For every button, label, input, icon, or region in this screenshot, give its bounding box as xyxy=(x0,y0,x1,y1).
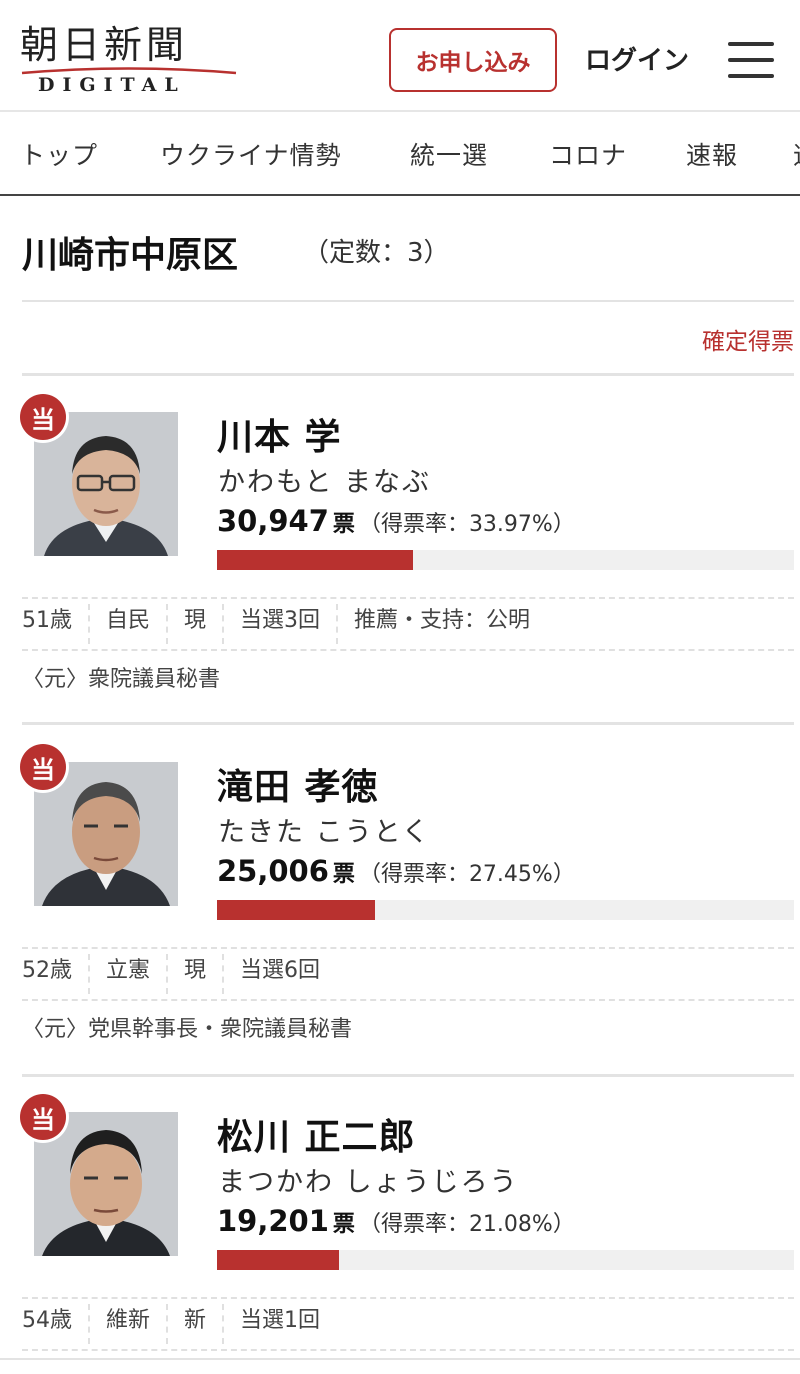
nav-item-corona[interactable]: コロナ xyxy=(549,136,627,172)
logo-digital: DIGITAL xyxy=(38,74,186,96)
elected-badge: 当 xyxy=(20,1094,66,1140)
times-elected: 当選1回 xyxy=(222,1304,336,1344)
candidate-name: 川本 学 xyxy=(217,417,342,458)
candidate-attributes: 52歳 立憲 現 当選6回 xyxy=(22,954,336,994)
candidate-card: 当 滝田 孝徳 たきた こうとく 25,006 票（得票率：27.45%） 52歳… xyxy=(0,724,800,1074)
vote-bar xyxy=(217,550,794,570)
vote-bar-fill xyxy=(217,900,376,920)
party: 維新 xyxy=(88,1304,166,1344)
vote-count: 25,006 xyxy=(217,854,329,888)
candidate-attributes: 54歳 維新 新 当選1回 xyxy=(22,1304,336,1344)
seat-count: （定数：3） xyxy=(303,238,450,268)
vote-count: 30,947 xyxy=(217,504,329,538)
incumbency-status: 新 xyxy=(166,1304,222,1344)
divider xyxy=(22,300,794,302)
vote-unit: 票 xyxy=(332,862,355,887)
hamburger-menu-icon[interactable] xyxy=(728,42,774,78)
divider xyxy=(22,597,794,599)
party: 立憲 xyxy=(88,954,166,994)
candidate-card: 当 松川 正二郎 まつかわ しょうじろう 19,201 票（得票率：21.08%）… xyxy=(0,1074,800,1354)
candidate-kana: かわもと まなぶ xyxy=(218,467,432,498)
vote-rate: （得票率：27.45%） xyxy=(358,862,575,887)
divider xyxy=(22,947,794,949)
career: 〈元〉衆院議員秘書 xyxy=(22,667,221,692)
divider xyxy=(22,1297,794,1299)
divider xyxy=(22,649,794,651)
vote-rate: （得票率：21.08%） xyxy=(358,1212,575,1237)
vote-count: 19,201 xyxy=(217,1204,329,1238)
vote-summary: 30,947 票（得票率：33.97%） xyxy=(217,504,575,538)
candidate-name: 松川 正二郎 xyxy=(217,1117,416,1158)
candidate-card: 当 川本 学 かわもと まなぶ 30,947 票（得票率：33.97%） 51歳 … xyxy=(0,374,800,724)
incumbency-status: 現 xyxy=(166,954,222,994)
elected-badge: 当 xyxy=(20,744,66,790)
vote-rate: （得票率：33.97%） xyxy=(358,512,575,537)
asahi-digital-logo[interactable]: 朝日新聞 DIGITAL xyxy=(20,22,240,98)
logo-wordmark: 朝日新聞 xyxy=(20,23,189,67)
candidate-kana: たきた こうとく xyxy=(218,817,431,848)
nav-item-next[interactable]: 速 xyxy=(793,136,800,172)
site-header: 朝日新聞 DIGITAL お申し込み ログイン xyxy=(0,0,800,112)
vote-unit: 票 xyxy=(332,512,355,537)
vote-bar-fill xyxy=(217,1250,339,1270)
district-title: 川崎市中原区 xyxy=(22,235,239,276)
candidate-attributes: 51歳 自民 現 当選3回 推薦・支持：公明 xyxy=(22,604,546,644)
vote-summary: 19,201 票（得票率：21.08%） xyxy=(217,1204,575,1238)
career: 〈元〉党県幹事長・衆院議員秘書 xyxy=(22,1017,353,1042)
times-elected: 当選3回 xyxy=(222,604,336,644)
login-button[interactable]: ログイン xyxy=(585,40,689,77)
nav-item-ukraine[interactable]: ウクライナ情勢 xyxy=(160,136,342,172)
candidate-kana: まつかわ しょうじろう xyxy=(218,1167,519,1198)
divider xyxy=(0,1358,800,1360)
age: 52歳 xyxy=(22,958,72,983)
subscribe-button[interactable]: お申し込み xyxy=(389,28,557,92)
party: 自民 xyxy=(88,604,166,644)
nav-item-breaking[interactable]: 速報 xyxy=(686,136,738,172)
age: 54歳 xyxy=(22,1308,72,1333)
nav-item-top[interactable]: トップ xyxy=(20,136,98,172)
times-elected: 当選6回 xyxy=(222,954,336,994)
final-votes-label: 確定得票 xyxy=(702,329,794,355)
divider xyxy=(22,1349,794,1351)
category-nav: トップ ウクライナ情勢 統一選 コロナ 速報 速 xyxy=(0,114,800,196)
incumbency-status: 現 xyxy=(166,604,222,644)
vote-unit: 票 xyxy=(332,1212,355,1237)
vote-bar xyxy=(217,1250,794,1270)
divider xyxy=(22,999,794,1001)
vote-bar xyxy=(217,900,794,920)
vote-summary: 25,006 票（得票率：27.45%） xyxy=(217,854,575,888)
nav-item-election[interactable]: 統一選 xyxy=(410,136,488,172)
candidate-name: 滝田 孝徳 xyxy=(217,767,379,808)
vote-bar-fill xyxy=(217,550,413,570)
endorsement: 推薦・支持：公明 xyxy=(336,604,546,644)
elected-badge: 当 xyxy=(20,394,66,440)
age: 51歳 xyxy=(22,608,72,633)
